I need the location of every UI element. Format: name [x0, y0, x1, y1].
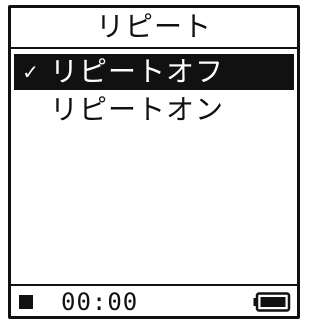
battery-icon	[253, 292, 291, 312]
battery-level-fill	[260, 297, 286, 307]
stop-icon	[19, 295, 33, 309]
device-screen: リピート ✓ リピートオフ リピートオン 00:00	[8, 5, 300, 319]
menu-item-label: リピートオフ	[50, 55, 225, 88]
screen-title: リピート	[95, 10, 212, 43]
title-divider	[11, 47, 297, 49]
menu-item-repeat-off[interactable]: ✓ リピートオフ	[14, 54, 294, 90]
status-bar: 00:00	[11, 286, 297, 316]
menu-item-repeat-on[interactable]: リピートオン	[14, 92, 294, 128]
checkmark-icon: ✓	[22, 60, 40, 84]
elapsed-time: 00:00	[61, 288, 139, 316]
menu-item-label: リピートオン	[50, 93, 225, 126]
